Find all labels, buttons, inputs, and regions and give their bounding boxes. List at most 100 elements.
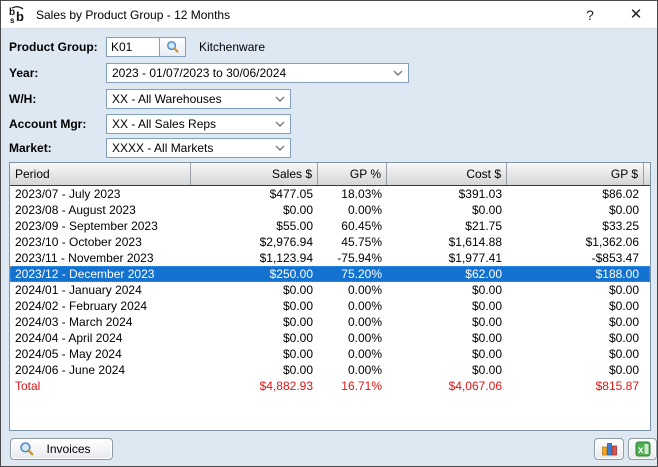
product-group-label: Product Group: [9, 37, 98, 57]
period-cell: 2024/03 - March 2024 [10, 314, 191, 330]
magnifier-icon [166, 40, 180, 54]
cost-cell: $1,614.88 [387, 234, 507, 250]
period-cell: 2024/01 - January 2024 [10, 282, 191, 298]
sales-cell: $477.05 [191, 186, 318, 202]
market-select[interactable]: XXXX - All Markets [106, 138, 291, 158]
chevron-down-icon [270, 115, 290, 133]
svg-text:b: b [16, 9, 24, 24]
period-cell: 2024/05 - May 2024 [10, 346, 191, 362]
period-cell: Total [10, 378, 191, 394]
warehouse-label: W/H: [9, 89, 36, 109]
invoices-button-label: Invoices [35, 442, 112, 456]
column-header-gp-pct[interactable]: GP % [318, 163, 387, 185]
sales-cell: $0.00 [191, 362, 318, 378]
period-cell: 2023/11 - November 2023 [10, 250, 191, 266]
gp-cell: -$853.47 [507, 250, 644, 266]
table-row[interactable]: 2023/10 - October 2023 $2,976.94 45.75% … [10, 234, 650, 250]
column-header-gp[interactable]: GP $ [507, 163, 644, 185]
gp-cell: $0.00 [507, 202, 644, 218]
chevron-down-icon [270, 139, 290, 157]
sales-cell: $0.00 [191, 298, 318, 314]
period-cell: 2024/04 - April 2024 [10, 330, 191, 346]
cost-cell: $0.00 [387, 202, 507, 218]
table-row[interactable]: 2023/07 - July 2023 $477.05 18.03% $391.… [10, 186, 650, 202]
filler-cell [644, 282, 654, 298]
filler-cell [644, 346, 654, 362]
account-mgr-select[interactable]: XX - All Sales Reps [106, 114, 291, 134]
excel-export-icon: x [635, 441, 651, 457]
period-cell: 2023/12 - December 2023 [10, 266, 191, 282]
column-header-sales[interactable]: Sales $ [191, 163, 318, 185]
warehouse-select[interactable]: XX - All Warehouses [106, 89, 291, 109]
table-row[interactable]: 2023/09 - September 2023 $55.00 60.45% $… [10, 218, 650, 234]
filler-cell [644, 186, 654, 202]
sales-cell: $0.00 [191, 346, 318, 362]
chart-button[interactable] [594, 438, 624, 460]
filler-cell [644, 218, 654, 234]
table-row[interactable]: 2024/03 - March 2024 $0.00 0.00% $0.00 $… [10, 314, 650, 330]
product-group-search-button[interactable] [159, 37, 186, 57]
market-row: Market: XXXX - All Markets [1, 138, 657, 158]
gp-cell: $1,362.06 [507, 234, 644, 250]
market-selected-value: XXXX - All Markets [107, 141, 270, 155]
warehouse-selected-value: XX - All Warehouses [107, 92, 270, 106]
cost-cell: $62.00 [387, 266, 507, 282]
excel-export-button[interactable]: x [628, 438, 657, 460]
gp-pct-cell: 0.00% [318, 298, 387, 314]
filler-cell [644, 330, 654, 346]
filler-cell [644, 298, 654, 314]
invoices-button[interactable]: Invoices [10, 438, 113, 460]
cost-cell: $0.00 [387, 314, 507, 330]
window-title: Sales by Product Group - 12 Months [36, 8, 577, 22]
help-button[interactable]: ? [577, 3, 603, 27]
table-row[interactable]: 2024/05 - May 2024 $0.00 0.00% $0.00 $0.… [10, 346, 650, 362]
gp-pct-cell: 0.00% [318, 346, 387, 362]
table-row[interactable]: 2023/12 - December 2023 $250.00 75.20% $… [10, 266, 650, 282]
filler-cell [644, 314, 654, 330]
column-header-period[interactable]: Period [10, 163, 191, 185]
table-total-row[interactable]: Total $4,882.93 16.71% $4,067.06 $815.87 [10, 378, 650, 394]
gp-cell: $33.25 [507, 218, 644, 234]
gp-pct-cell: 0.00% [318, 282, 387, 298]
title-bar: b s b Sales by Product Group - 12 Months… [1, 1, 657, 29]
gp-cell: $0.00 [507, 298, 644, 314]
bsb-app-logo-icon: b s b [8, 5, 28, 25]
sales-cell: $250.00 [191, 266, 318, 282]
product-group-input[interactable] [106, 37, 159, 57]
close-button[interactable]: ✕ [623, 3, 649, 27]
table-row[interactable]: 2023/11 - November 2023 $1,123.94 -75.94… [10, 250, 650, 266]
svg-text:s: s [10, 16, 15, 25]
gp-pct-cell: 0.00% [318, 362, 387, 378]
gp-cell: $188.00 [507, 266, 644, 282]
table-row[interactable]: 2023/08 - August 2023 $0.00 0.00% $0.00 … [10, 202, 650, 218]
filler-cell [644, 362, 654, 378]
product-group-row: Product Group: Kitchenware [1, 37, 657, 57]
table-row[interactable]: 2024/06 - June 2024 $0.00 0.00% $0.00 $0… [10, 362, 650, 378]
sales-cell: $0.00 [191, 282, 318, 298]
filler-cell [644, 202, 654, 218]
sales-cell: $0.00 [191, 202, 318, 218]
svg-text:x: x [638, 445, 644, 456]
gp-pct-cell: 18.03% [318, 186, 387, 202]
gp-cell: $0.00 [507, 282, 644, 298]
gp-pct-cell: 75.20% [318, 266, 387, 282]
gp-pct-cell: 16.71% [318, 378, 387, 394]
period-cell: 2024/02 - February 2024 [10, 298, 191, 314]
gp-cell: $86.02 [507, 186, 644, 202]
sales-cell: $0.00 [191, 314, 318, 330]
gp-cell: $0.00 [507, 330, 644, 346]
cost-cell: $0.00 [387, 362, 507, 378]
year-select[interactable]: 2023 - 01/07/2023 to 30/06/2024 [106, 63, 409, 83]
account-mgr-selected-value: XX - All Sales Reps [107, 117, 270, 131]
chevron-down-icon [270, 90, 290, 108]
account-mgr-label: Account Mgr: [9, 114, 86, 134]
column-header-cost[interactable]: Cost $ [387, 163, 507, 185]
cost-cell: $0.00 [387, 330, 507, 346]
sales-cell: $1,123.94 [191, 250, 318, 266]
table-row[interactable]: 2024/01 - January 2024 $0.00 0.00% $0.00… [10, 282, 650, 298]
table-row[interactable]: 2024/02 - February 2024 $0.00 0.00% $0.0… [10, 298, 650, 314]
period-cell: 2023/10 - October 2023 [10, 234, 191, 250]
year-row: Year: 2023 - 01/07/2023 to 30/06/2024 [1, 63, 657, 83]
table-row[interactable]: 2024/04 - April 2024 $0.00 0.00% $0.00 $… [10, 330, 650, 346]
sales-table: Period Sales $ GP % Cost $ GP $ 2023/07 … [9, 162, 651, 431]
